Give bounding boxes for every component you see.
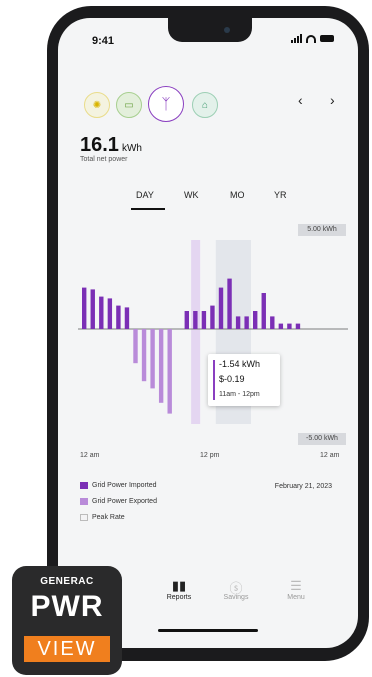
bar-imported	[227, 278, 232, 329]
home-indicator[interactable]	[158, 629, 258, 632]
bar-chart-icon: ▮▮	[171, 578, 187, 593]
bar-imported	[124, 307, 130, 329]
logo-pwr: PWR	[30, 590, 104, 623]
app-screen: 9:41 ✺ ▭ ᛉ ⌂ ‹ › 16.1 kWh Total net power…	[58, 18, 358, 648]
nav-reports[interactable]: ▮▮ Reports	[159, 578, 199, 601]
y-max-label: 5.00 kWh	[298, 224, 346, 236]
nav-savings[interactable]: ⓢ Savings	[216, 578, 256, 601]
exported-swatch	[80, 498, 88, 505]
bar-imported	[210, 305, 215, 329]
bar-exported	[158, 329, 164, 403]
bar-imported	[107, 298, 113, 329]
nav-reports-label: Reports	[166, 594, 192, 601]
bar-imported	[116, 305, 121, 329]
bar-imported	[235, 316, 241, 329]
legend-exported: Grid Power Exported	[80, 498, 157, 505]
chart-tooltip: -1.54 kWh $-0.19 11am - 12pm	[208, 354, 280, 406]
dollar-icon: ⓢ	[229, 581, 243, 596]
bar-imported	[244, 316, 249, 329]
bar-imported	[184, 311, 189, 329]
bar-exported	[133, 329, 138, 364]
bar-exported	[167, 329, 172, 414]
tooltip-accent-bar	[213, 360, 215, 400]
generac-pwrview-logo: GENERAC PWR VIEW	[12, 566, 122, 675]
bar-imported	[201, 311, 207, 329]
bar-imported	[82, 287, 87, 329]
nav-savings-label: Savings	[223, 594, 249, 601]
tooltip-kwh: -1.54 kWh	[219, 359, 261, 369]
legend-peak: Peak Rate	[80, 514, 125, 521]
bar-exported	[150, 329, 155, 389]
y-min-label: -5.00 kWh	[298, 433, 346, 445]
nav-menu[interactable]: ☰ Menu	[276, 578, 316, 601]
logo-view: VIEW	[24, 636, 110, 662]
legend-imported: Grid Power Imported	[80, 482, 157, 489]
bar-imported	[193, 311, 198, 329]
brand-name: GENERAC	[40, 576, 94, 587]
nav-menu-label: Menu	[287, 594, 305, 601]
bar-imported	[261, 293, 266, 329]
x-tick-label: 12 am	[80, 452, 100, 459]
chart-date: February 21, 2023	[274, 483, 332, 490]
bar-imported	[287, 323, 292, 329]
menu-icon: ☰	[290, 578, 302, 593]
x-tick-label: 12 pm	[200, 452, 220, 459]
tooltip-time: 11am - 12pm	[219, 391, 260, 398]
peak-swatch	[80, 514, 88, 521]
bar-imported	[253, 311, 258, 329]
bar-imported	[99, 296, 104, 329]
x-tick-label: 12 am	[320, 452, 340, 459]
highlight-band	[191, 240, 201, 424]
bar-imported	[278, 323, 284, 329]
grid-power-chart[interactable]	[58, 18, 358, 648]
bar-imported	[295, 323, 301, 329]
bar-imported	[218, 287, 224, 329]
bar-imported	[270, 316, 275, 329]
bar-imported	[90, 289, 95, 329]
tooltip-cost: $-0.19	[219, 374, 245, 384]
imported-swatch	[80, 482, 88, 489]
bar-exported	[141, 329, 147, 382]
